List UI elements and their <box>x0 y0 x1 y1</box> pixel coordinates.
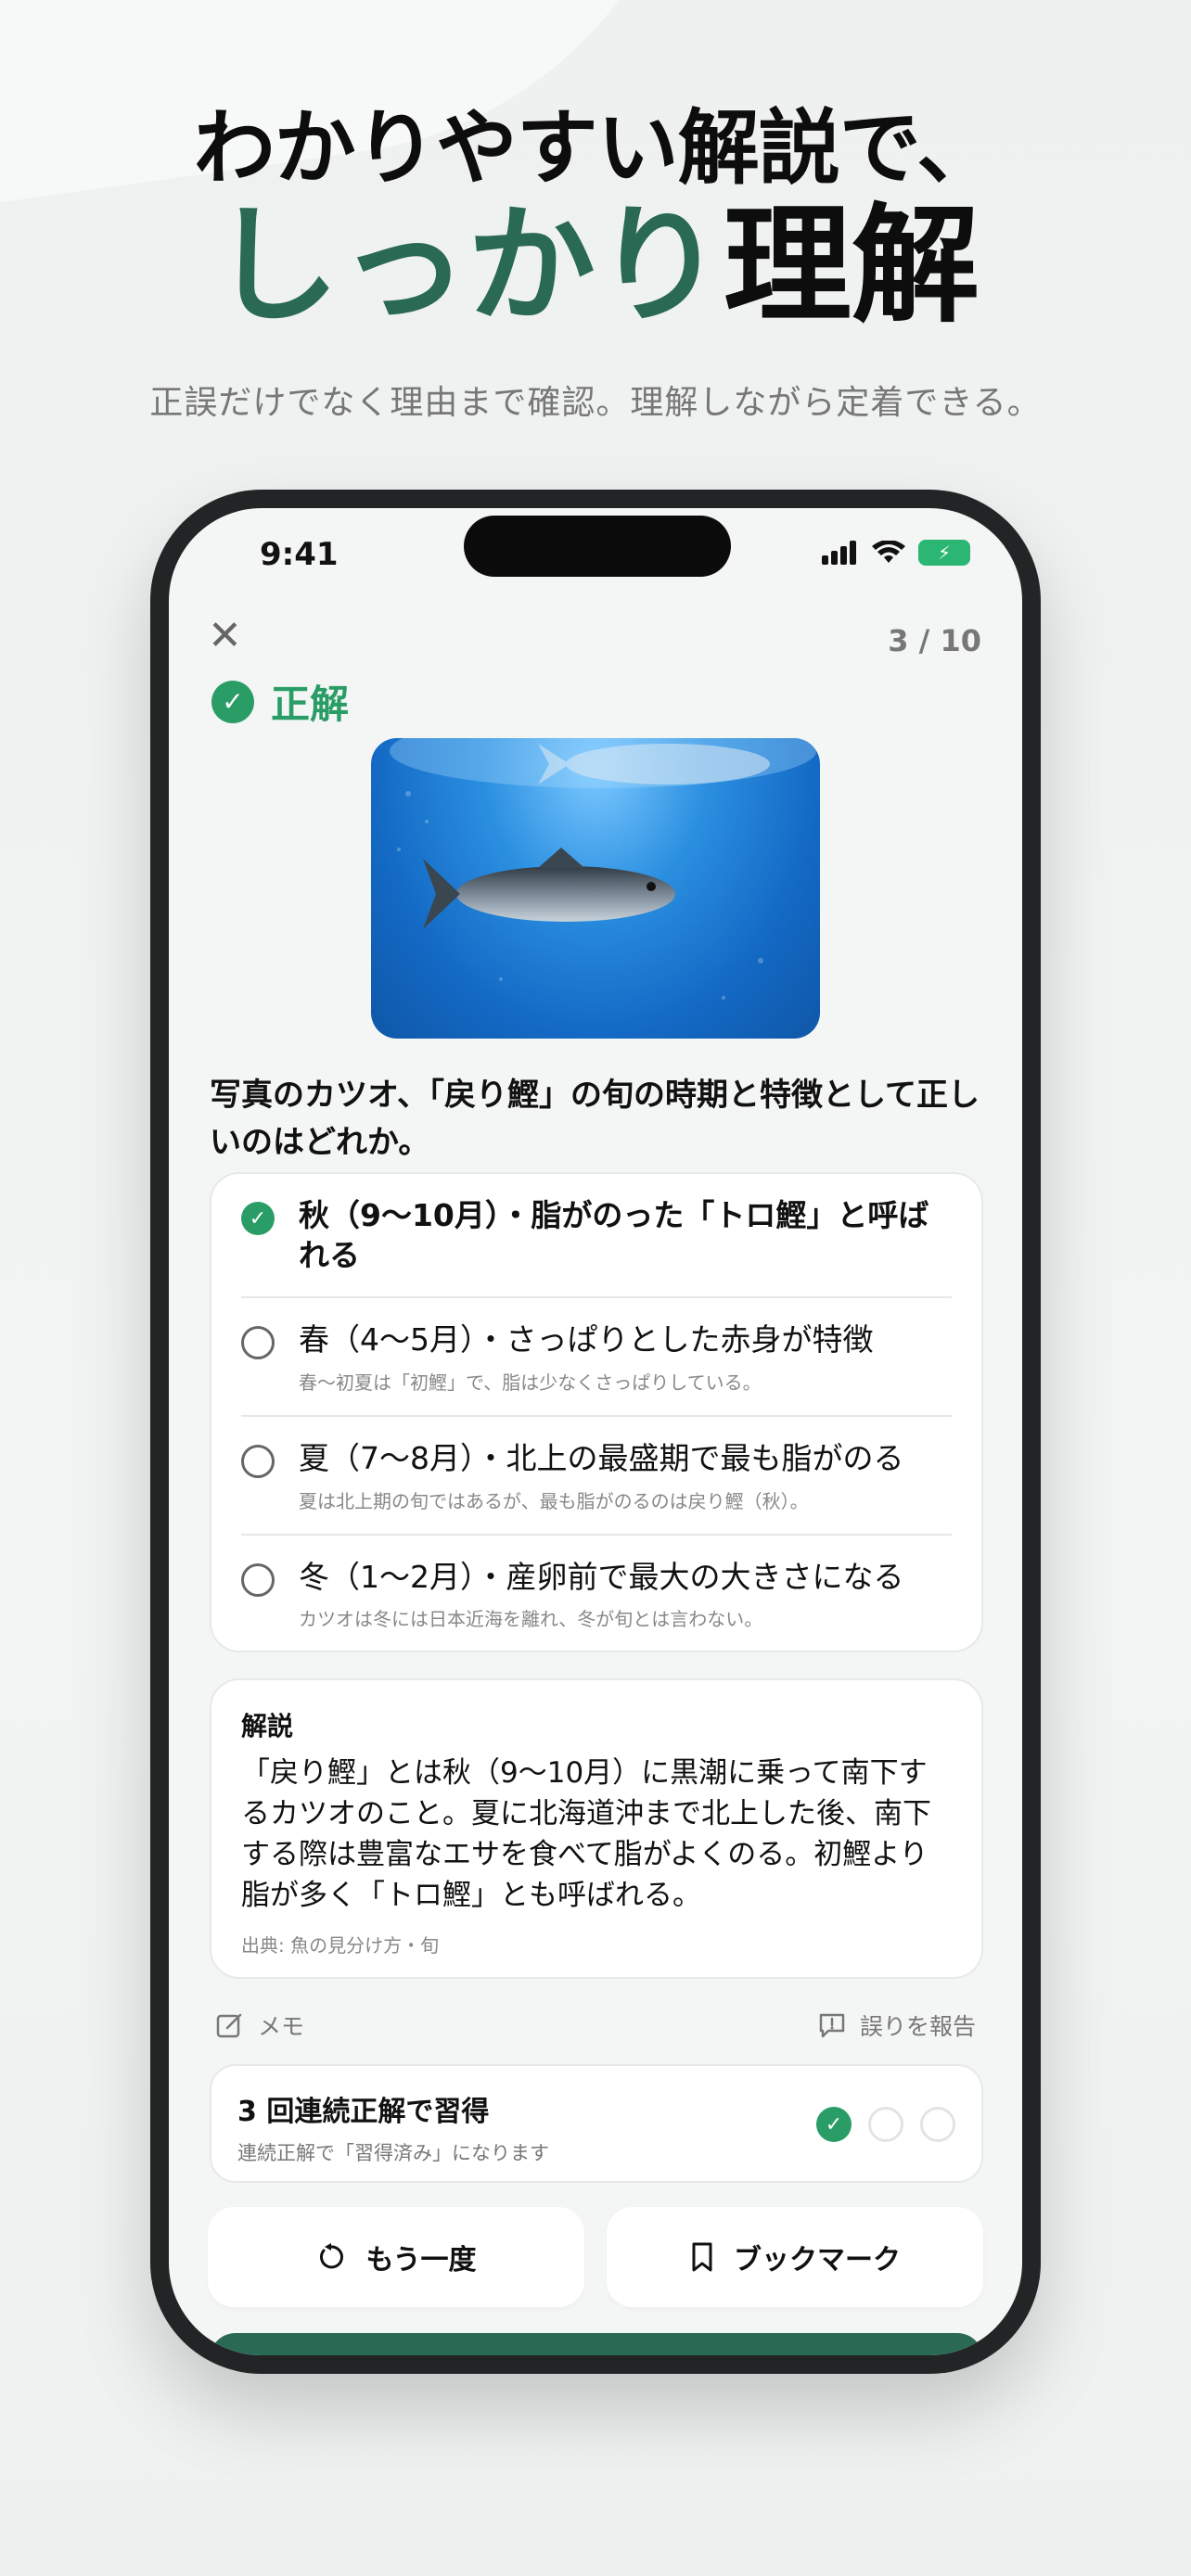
option-item[interactable]: ✓ 秋（9〜10月）・脂がのった「トロ鰹」と呼ばれる <box>241 1174 952 1296</box>
dynamic-island <box>464 516 731 577</box>
streak-dot-empty <box>868 2107 903 2142</box>
report-label: 誤りを報告 <box>859 2013 976 2040</box>
result-indicator: ✓ 正解 <box>211 673 349 730</box>
wifi-icon <box>872 541 905 563</box>
promo-headline-line1: わかりやすい解説で、 <box>193 100 998 196</box>
check-circle-icon: ✓ <box>211 680 254 723</box>
signal-icon <box>822 541 856 565</box>
streak-card: 3 回連続正解で習得 連続正解で「習得済み」になります ✓ <box>210 2064 983 2183</box>
bookmark-icon <box>692 2242 712 2272</box>
option-item[interactable]: 夏（7〜8月）・北上の最盛期で最も脂がのる 夏は北上期の旬ではあるが、最も脂がの… <box>241 1414 952 1534</box>
retry-button[interactable]: もう一度 <box>208 2207 584 2307</box>
explanation-body: 「戻り鰹」とは秋（9〜10月）に黒潮に乗って南下するカツオのこと。夏に北海道沖ま… <box>241 1756 931 1913</box>
retry-icon <box>320 2243 344 2269</box>
promo-subheadline: 正誤だけでなく理由まで確認。理解しながら定着できる。 <box>149 384 1042 422</box>
streak-subtitle: 連続正解で「習得済み」になります <box>237 2142 549 2164</box>
radio-unchecked-icon <box>241 1325 275 1359</box>
option-note: 春〜初夏は「初鰹」で、脂は少なくさっぱりしている。 <box>299 1371 762 1394</box>
retry-label: もう一度 <box>365 2244 477 2276</box>
next-button[interactable] <box>210 2333 983 2355</box>
phone-screen: 9:41 ⚡ ✕ 3 / 10 ✓ 正解 写真のカツオ、「戻り鰹」の旬の時期と特… <box>169 508 1022 2355</box>
explanation-title: 解説 <box>241 1711 294 1741</box>
question-text: 写真のカツオ、「戻り鰹」の旬の時期と特徴として正しいのはどれか。 <box>210 1077 980 1161</box>
streak-dots: ✓ <box>816 2107 955 2142</box>
bookmark-button[interactable]: ブックマーク <box>607 2207 983 2307</box>
memo-button[interactable]: メモ <box>215 2009 304 2042</box>
fish-illustration <box>390 738 816 1000</box>
promo-headline-accent: しっかり <box>211 191 724 340</box>
promo-headline-rest: 理解 <box>724 191 980 340</box>
phone-frame: 9:41 ⚡ ✕ 3 / 10 ✓ 正解 写真のカツオ、「戻り鰹」の旬の時期と特… <box>150 490 1041 2374</box>
question-counter: 3 / 10 <box>888 623 981 658</box>
battery-icon: ⚡ <box>918 540 970 566</box>
status-time: 9:41 <box>260 536 339 573</box>
option-item[interactable]: 春（4〜5月）・さっぱりとした赤身が特徴 春〜初夏は「初鰹」で、脂は少なくさっぱ… <box>241 1295 952 1415</box>
bookmark-label: ブックマーク <box>734 2244 901 2276</box>
status-icons: ⚡ <box>822 540 970 566</box>
option-text: 春（4〜5月）・さっぱりとした赤身が特徴 <box>299 1320 874 1358</box>
memo-label: メモ <box>258 2013 305 2040</box>
explanation-card: 解説 「戻り鰹」とは秋（9〜10月）に黒潮に乗って南下するカツオのこと。夏に北海… <box>210 1678 983 1979</box>
streak-dot-complete-icon: ✓ <box>816 2107 852 2142</box>
option-note: カツオは冬には日本近海を離れ、冬が旬とは言わない。 <box>299 1608 763 1631</box>
question-photo <box>371 738 820 1039</box>
report-error-button[interactable]: 誤りを報告 <box>817 2009 976 2042</box>
edit-note-icon <box>216 2013 242 2038</box>
radio-unchecked-icon <box>241 1562 275 1597</box>
option-item[interactable]: 冬（1〜2月）・産卵前で最大の大きさになる カツオは冬には日本近海を離れ、冬が旬… <box>241 1533 952 1652</box>
option-text: 秋（9〜10月）・脂がのった「トロ鰹」と呼ばれる <box>299 1197 929 1273</box>
option-note: 夏は北上期の旬ではあるが、最も脂がのるのは戻り鰹（秋）。 <box>299 1489 809 1512</box>
result-label: 正解 <box>271 682 350 727</box>
promo-headline-line2: しっかり理解 <box>0 198 1191 334</box>
report-icon <box>819 2013 845 2038</box>
close-icon[interactable]: ✕ <box>208 612 242 659</box>
option-text: 冬（1〜2月）・産卵前で最大の大きさになる <box>299 1558 904 1595</box>
streak-dot-empty <box>920 2107 955 2142</box>
explanation-source: 出典: 魚の見分け方・旬 <box>241 1934 440 1958</box>
options-card: ✓ 秋（9〜10月）・脂がのった「トロ鰹」と呼ばれる 春（4〜5月）・さっぱりと… <box>210 1172 983 1652</box>
option-text: 夏（7〜8月）・北上の最盛期で最も脂がのる <box>299 1439 904 1476</box>
radio-checked-icon: ✓ <box>241 1202 275 1235</box>
radio-unchecked-icon <box>241 1444 275 1478</box>
